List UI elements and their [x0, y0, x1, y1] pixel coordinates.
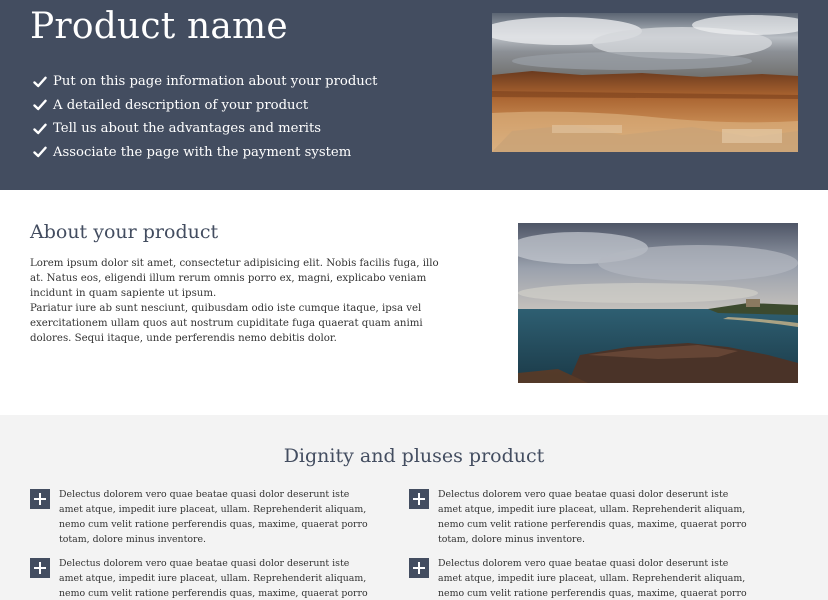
seaside-cliff-image: [518, 223, 798, 383]
feature-item: Delectus dolorem vero quae beatae quasi …: [30, 487, 375, 547]
plus-icon: [30, 489, 50, 509]
about-heading: About your product: [30, 221, 219, 243]
plus-icon: [409, 489, 429, 509]
feature-text: Delectus dolorem vero quae beatae quasi …: [438, 558, 747, 599]
checkmark-icon: [33, 76, 47, 87]
hero-list-item: Put on this page information about your …: [33, 70, 377, 94]
feature-item: Delectus dolorem vero quae beatae quasi …: [409, 556, 754, 600]
feature-text: Delectus dolorem vero quae beatae quasi …: [59, 558, 368, 599]
checkmark-icon: [33, 123, 47, 134]
about-section: About your product Lorem ipsum dolor sit…: [0, 190, 828, 415]
hero-section: Product name Put on this page informatio…: [0, 0, 828, 190]
desert-landscape-image: [492, 13, 798, 152]
feature-item: Delectus dolorem vero quae beatae quasi …: [409, 487, 754, 547]
hero-list-item-label: Associate the page with the payment syst…: [53, 144, 352, 160]
about-paragraph: Pariatur iure ab sunt nesciunt, quibusda…: [30, 303, 423, 344]
hero-list-item: A detailed description of your product: [33, 94, 377, 118]
hero-list-item: Associate the page with the payment syst…: [33, 141, 377, 165]
hero-feature-list: Put on this page information about your …: [33, 70, 377, 164]
hero-list-item-label: A detailed description of your product: [53, 97, 309, 113]
plus-icon: [30, 558, 50, 578]
page-title: Product name: [30, 6, 288, 47]
about-paragraph: Lorem ipsum dolor sit amet, consectetur …: [30, 258, 439, 299]
plus-icon: [409, 558, 429, 578]
features-section: Dignity and pluses product Delectus dolo…: [0, 415, 828, 600]
hero-list-item-label: Tell us about the advantages and merits: [53, 121, 322, 137]
hero-list-item-label: Put on this page information about your …: [53, 74, 378, 90]
feature-item: Delectus dolorem vero quae beatae quasi …: [30, 556, 375, 600]
checkmark-icon: [33, 99, 47, 111]
feature-text: Delectus dolorem vero quae beatae quasi …: [59, 489, 368, 545]
checkmark-icon: [33, 146, 47, 158]
features-heading: Dignity and pluses product: [283, 445, 545, 467]
hero-list-item: Tell us about the advantages and merits: [33, 117, 377, 141]
feature-text: Delectus dolorem vero quae beatae quasi …: [438, 489, 747, 545]
